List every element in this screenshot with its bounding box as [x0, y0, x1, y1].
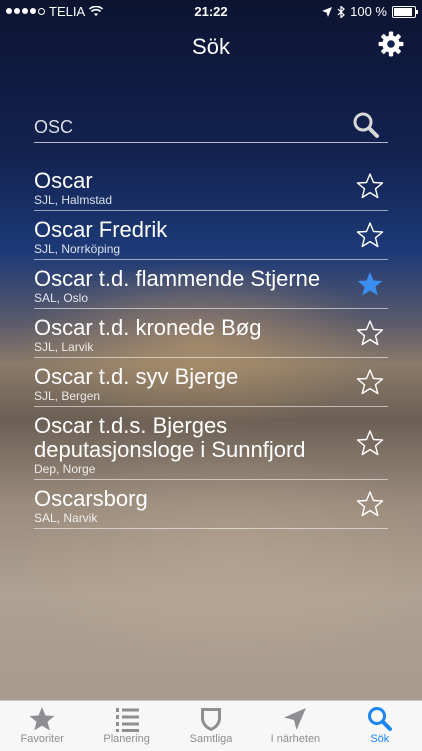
list-item[interactable]: Oscar t.d. syv Bjerge SJL, Bergen — [34, 358, 388, 407]
result-subtitle: SJL, Bergen — [34, 389, 101, 403]
list-item[interactable]: Oscar SJL, Halmstad — [34, 162, 388, 211]
location-arrow-icon — [284, 708, 307, 730]
search-input[interactable] — [34, 112, 334, 142]
result-name: Oscar Fredrik — [34, 217, 168, 242]
star-icon — [29, 707, 55, 731]
star-filled-icon[interactable] — [356, 270, 384, 298]
list-item[interactable]: Oscar Fredrik SJL, Norrköping — [34, 211, 388, 260]
tab-label: Samtliga — [189, 733, 233, 745]
shield-icon — [201, 708, 222, 731]
tab-label: Favoriter — [20, 733, 64, 745]
result-name: Oscar t.d. syv Bjerge — [34, 364, 239, 389]
tab-samtliga[interactable]: Samtliga — [169, 701, 253, 751]
result-name: Oscar t.d.s. Bjerges deputasjonsloge i S… — [34, 413, 306, 462]
tab-bar: Favoriter Planering Samtliga I närheten — [0, 700, 422, 751]
list-item[interactable]: Oscarsborg SAL, Narvik — [34, 480, 388, 529]
tab-planering[interactable]: Planering — [84, 701, 168, 751]
result-subtitle: Dep, Norge — [34, 462, 96, 476]
tab-sok[interactable]: Sök — [338, 701, 422, 751]
star-outline-icon[interactable] — [356, 368, 384, 396]
list-item[interactable]: Oscar t.d. kronede Bøg SJL, Larvik — [34, 309, 388, 358]
result-subtitle: SAL, Narvik — [34, 511, 98, 525]
search-icon[interactable] — [352, 111, 380, 139]
list-icon — [115, 708, 139, 732]
star-outline-icon[interactable] — [356, 429, 384, 457]
location-arrow-icon — [322, 6, 333, 17]
battery-icon — [392, 5, 418, 18]
search-icon — [367, 707, 392, 731]
star-outline-icon[interactable] — [356, 172, 384, 200]
result-subtitle: SAL, Oslo — [34, 291, 89, 305]
list-item[interactable]: Oscar t.d.s. Bjerges deputasjonsloge i S… — [34, 407, 388, 480]
result-name: Oscar — [34, 168, 93, 193]
status-bar: TELIA 21:22 100 % — [0, 0, 422, 22]
tab-label: Sök — [370, 733, 390, 745]
results-list: Oscar SJL, Halmstad Oscar Fredrik SJL, Norr… — [34, 162, 388, 529]
star-outline-icon[interactable] — [356, 319, 384, 347]
tab-label: Planering — [103, 733, 150, 745]
result-name: Oscar t.d. flammende Stjerne — [34, 266, 321, 291]
result-subtitle: SJL, Norrköping — [34, 242, 121, 256]
star-outline-icon[interactable] — [356, 221, 384, 249]
tab-label: I närheten — [270, 733, 321, 745]
result-subtitle: SJL, Halmstad — [34, 193, 113, 207]
result-name: Oscarsborg — [34, 486, 148, 511]
result-name: Oscar t.d. kronede Bøg — [34, 315, 262, 340]
bluetooth-icon — [337, 5, 346, 18]
tab-i-narheten[interactable]: I närheten — [253, 701, 337, 751]
search-bar — [34, 110, 388, 143]
list-item[interactable]: Oscar t.d. flammende Stjerne SAL, Oslo — [34, 260, 388, 309]
battery-percentage: 100 % — [350, 4, 387, 19]
tab-favoriter[interactable]: Favoriter — [0, 701, 84, 751]
page-title: Sök — [192, 34, 230, 59]
star-outline-icon[interactable] — [356, 490, 384, 518]
result-subtitle: SJL, Larvik — [34, 340, 94, 354]
gear-icon[interactable] — [378, 31, 404, 57]
